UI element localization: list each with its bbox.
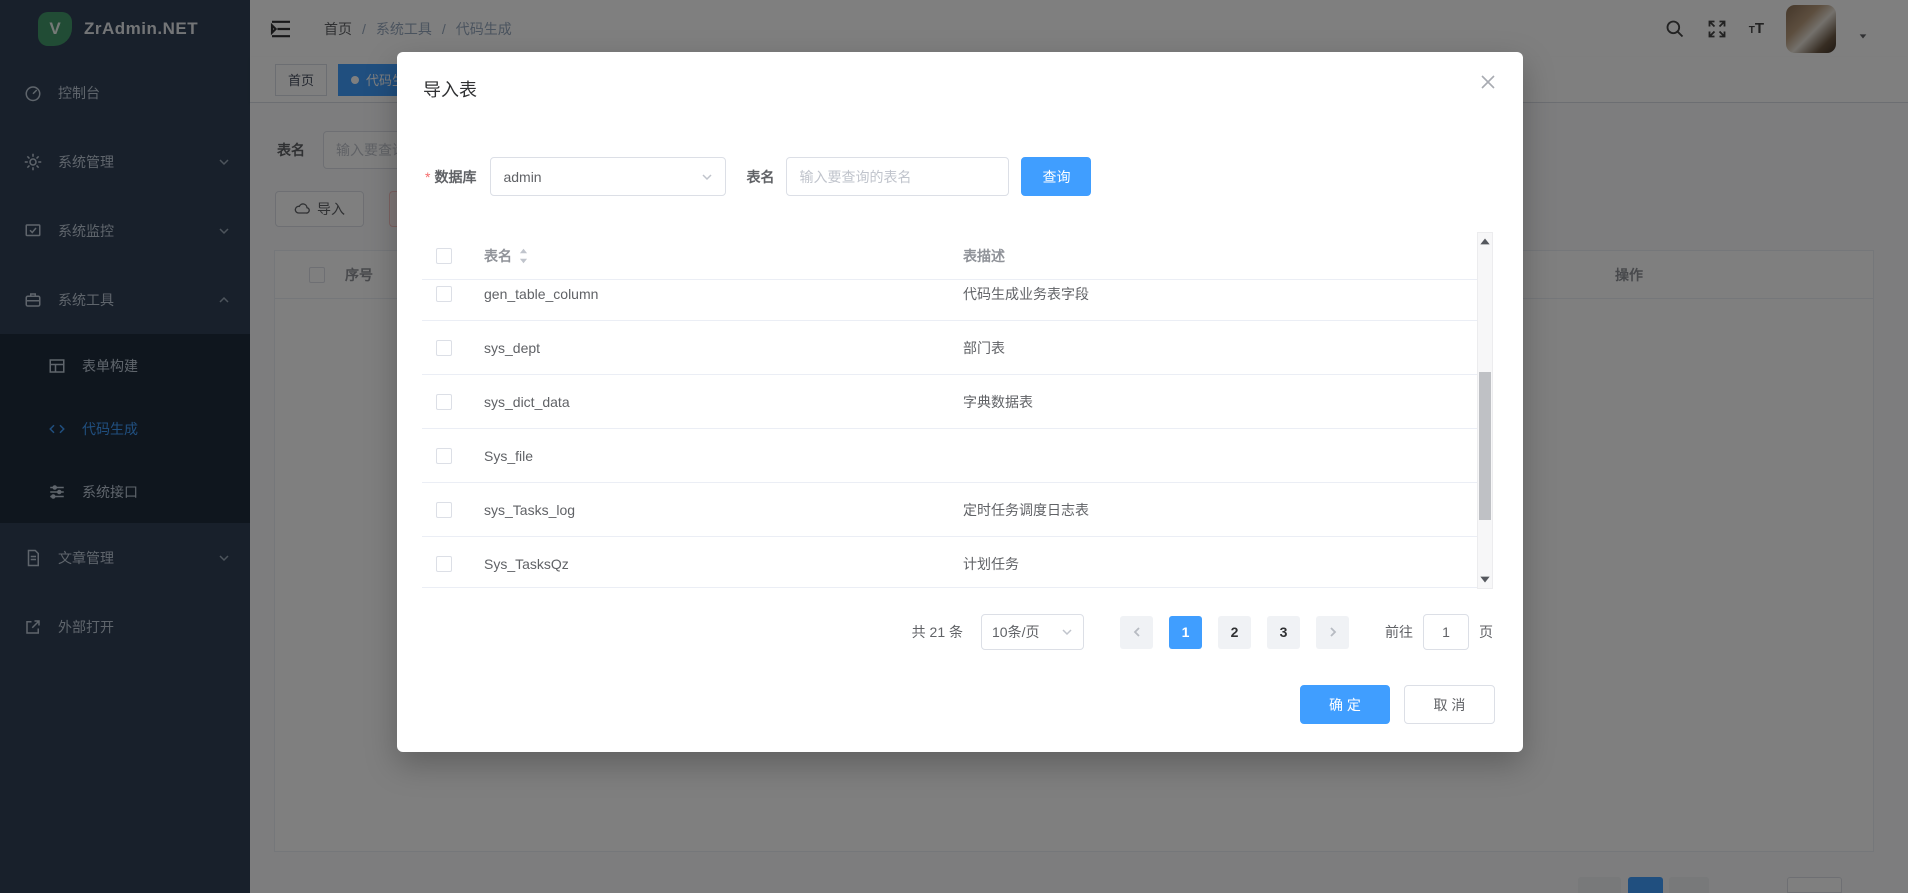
required-asterisk: * (425, 169, 430, 185)
dialog-title: 导入表 (423, 76, 477, 102)
selected-value: admin (503, 169, 541, 185)
next-page-button[interactable] (1316, 616, 1349, 649)
dialog-footer: 确 定 取 消 (1300, 685, 1495, 724)
dialog-table-header: 表名 表描述 (422, 232, 1493, 280)
dialog-table-scroll-area: gen_table_column 代码生成业务表字段 sys_dept 部门表 … (422, 280, 1493, 588)
table-row[interactable]: gen_table_column 代码生成业务表字段 (422, 280, 1493, 321)
table-row[interactable]: sys_dict_data 字典数据表 (422, 375, 1493, 429)
chevron-left-icon (1131, 626, 1143, 638)
table-row[interactable]: Sys_TasksQz 计划任务 (422, 537, 1493, 588)
goto-label: 前往 (1385, 622, 1413, 642)
table-row[interactable]: Sys_file (422, 429, 1493, 483)
row-checkbox[interactable] (436, 556, 452, 572)
goto-page-input[interactable]: 1 (1423, 614, 1469, 650)
cell-table-name: Sys_TasksQz (484, 556, 963, 572)
goto-value: 1 (1442, 624, 1450, 640)
cell-table-name: sys_Tasks_log (484, 502, 963, 518)
cell-table-name: sys_dict_data (484, 394, 963, 410)
table-name-search-input[interactable]: 输入要查询的表名 (786, 157, 1009, 196)
column-table-name[interactable]: 表名 (484, 246, 512, 266)
close-icon[interactable] (1480, 74, 1496, 90)
cell-table-name: sys_dept (484, 340, 963, 356)
row-checkbox[interactable] (436, 394, 452, 410)
import-table-dialog: 导入表 * 数据库 admin 表名 输入要查询的表名 查询 表名 (397, 52, 1523, 752)
cell-table-name: Sys_file (484, 448, 963, 464)
button-label: 查询 (1042, 167, 1070, 187)
button-label: 确 定 (1329, 695, 1361, 715)
cancel-button[interactable]: 取 消 (1404, 685, 1495, 724)
dialog-filter-form: * 数据库 admin 表名 输入要查询的表名 查询 (425, 157, 1091, 196)
row-checkbox[interactable] (436, 502, 452, 518)
goto-suffix: 页 (1479, 622, 1493, 642)
button-label: 取 消 (1434, 695, 1466, 715)
cell-table-desc: 字典数据表 (963, 392, 1493, 412)
database-label: 数据库 (434, 167, 476, 187)
column-table-desc: 表描述 (963, 246, 1493, 266)
scroll-up-icon[interactable] (1478, 234, 1492, 250)
sort-carets-icon[interactable] (518, 247, 529, 265)
cell-table-name: gen_table_column (484, 286, 963, 302)
page-button-3[interactable]: 3 (1267, 616, 1300, 649)
table-name-label: 表名 (746, 167, 774, 187)
chevron-down-icon (1061, 626, 1073, 638)
scroll-down-icon[interactable] (1478, 571, 1492, 587)
chevron-right-icon (1327, 626, 1339, 638)
page-button-2[interactable]: 2 (1218, 616, 1251, 649)
dialog-table: 表名 表描述 gen_table_column 代码生成业务表字段 sys_de… (422, 232, 1493, 588)
row-checkbox[interactable] (436, 340, 452, 356)
placeholder-text: 输入要查询的表名 (799, 167, 911, 187)
select-all-checkbox[interactable] (436, 248, 452, 264)
selected-value: 10条/页 (992, 622, 1039, 642)
pagination-total: 共 21 条 (912, 622, 963, 642)
table-row[interactable]: sys_Tasks_log 定时任务调度日志表 (422, 483, 1493, 537)
database-select[interactable]: admin (490, 157, 726, 196)
cell-table-desc: 定时任务调度日志表 (963, 500, 1493, 520)
cell-table-desc: 部门表 (963, 338, 1493, 358)
app-screen: V ZrAdmin.NET 控制台 系统管理 系统监控 系统工具 表单构建 (0, 0, 1908, 893)
page-size-select[interactable]: 10条/页 (981, 614, 1084, 650)
row-checkbox[interactable] (436, 286, 452, 302)
scrollbar[interactable] (1477, 232, 1493, 589)
cell-table-desc: 代码生成业务表字段 (963, 284, 1493, 304)
chevron-down-icon (701, 171, 713, 183)
prev-page-button[interactable] (1120, 616, 1153, 649)
search-button[interactable]: 查询 (1021, 157, 1091, 196)
confirm-button[interactable]: 确 定 (1300, 685, 1390, 724)
goto-page: 前往 1 页 (1385, 614, 1493, 650)
table-row[interactable]: sys_dept 部门表 (422, 321, 1493, 375)
cell-table-desc: 计划任务 (963, 554, 1493, 574)
row-checkbox[interactable] (436, 448, 452, 464)
dialog-pagination: 共 21 条 10条/页 1 2 3 前往 1 页 (912, 614, 1493, 650)
page-button-1[interactable]: 1 (1169, 616, 1202, 649)
scrollbar-thumb[interactable] (1479, 372, 1491, 520)
